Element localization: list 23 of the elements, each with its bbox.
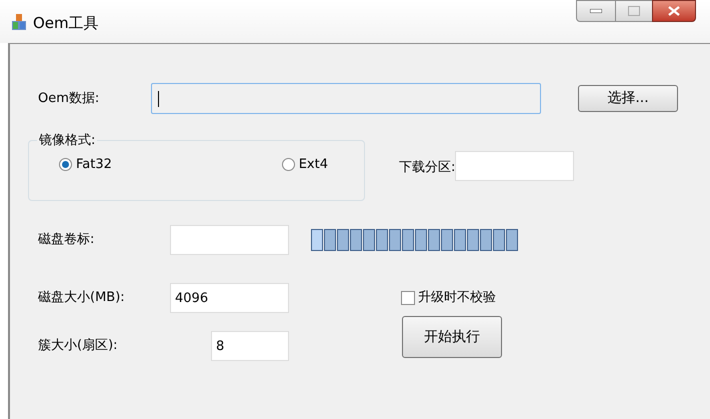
maximize-icon [628,6,640,16]
text-field[interactable]: 4096 [170,283,289,313]
push-button[interactable]: 选择... [578,85,678,112]
window-title: Oem工具 [33,13,99,34]
text-field[interactable]: 8 [211,331,289,361]
checkbox-option[interactable]: 升级时不校验 [401,288,496,308]
field-label: Oem数据: [38,90,100,108]
text-field[interactable] [455,151,574,181]
minimize-button[interactable] [576,0,616,22]
radio-option[interactable]: Fat32 [59,154,112,174]
minimize-icon [590,9,602,13]
field-label: 磁盘大小(MB): [38,289,126,308]
close-icon [668,6,680,16]
field-label: 簇大小(扇区): [38,337,119,356]
app-icon [10,13,28,31]
radio-option[interactable]: Ext4 [282,154,328,174]
field-label: 下载分区: [399,160,456,175]
group-legend: 镜像格式: [37,131,98,150]
text-field[interactable] [170,225,289,255]
field-label: 磁盘卷标: [38,231,96,250]
push-button[interactable]: 开始执行 [402,316,502,358]
oem-data-field[interactable] [151,83,541,114]
close-button[interactable] [652,0,696,22]
